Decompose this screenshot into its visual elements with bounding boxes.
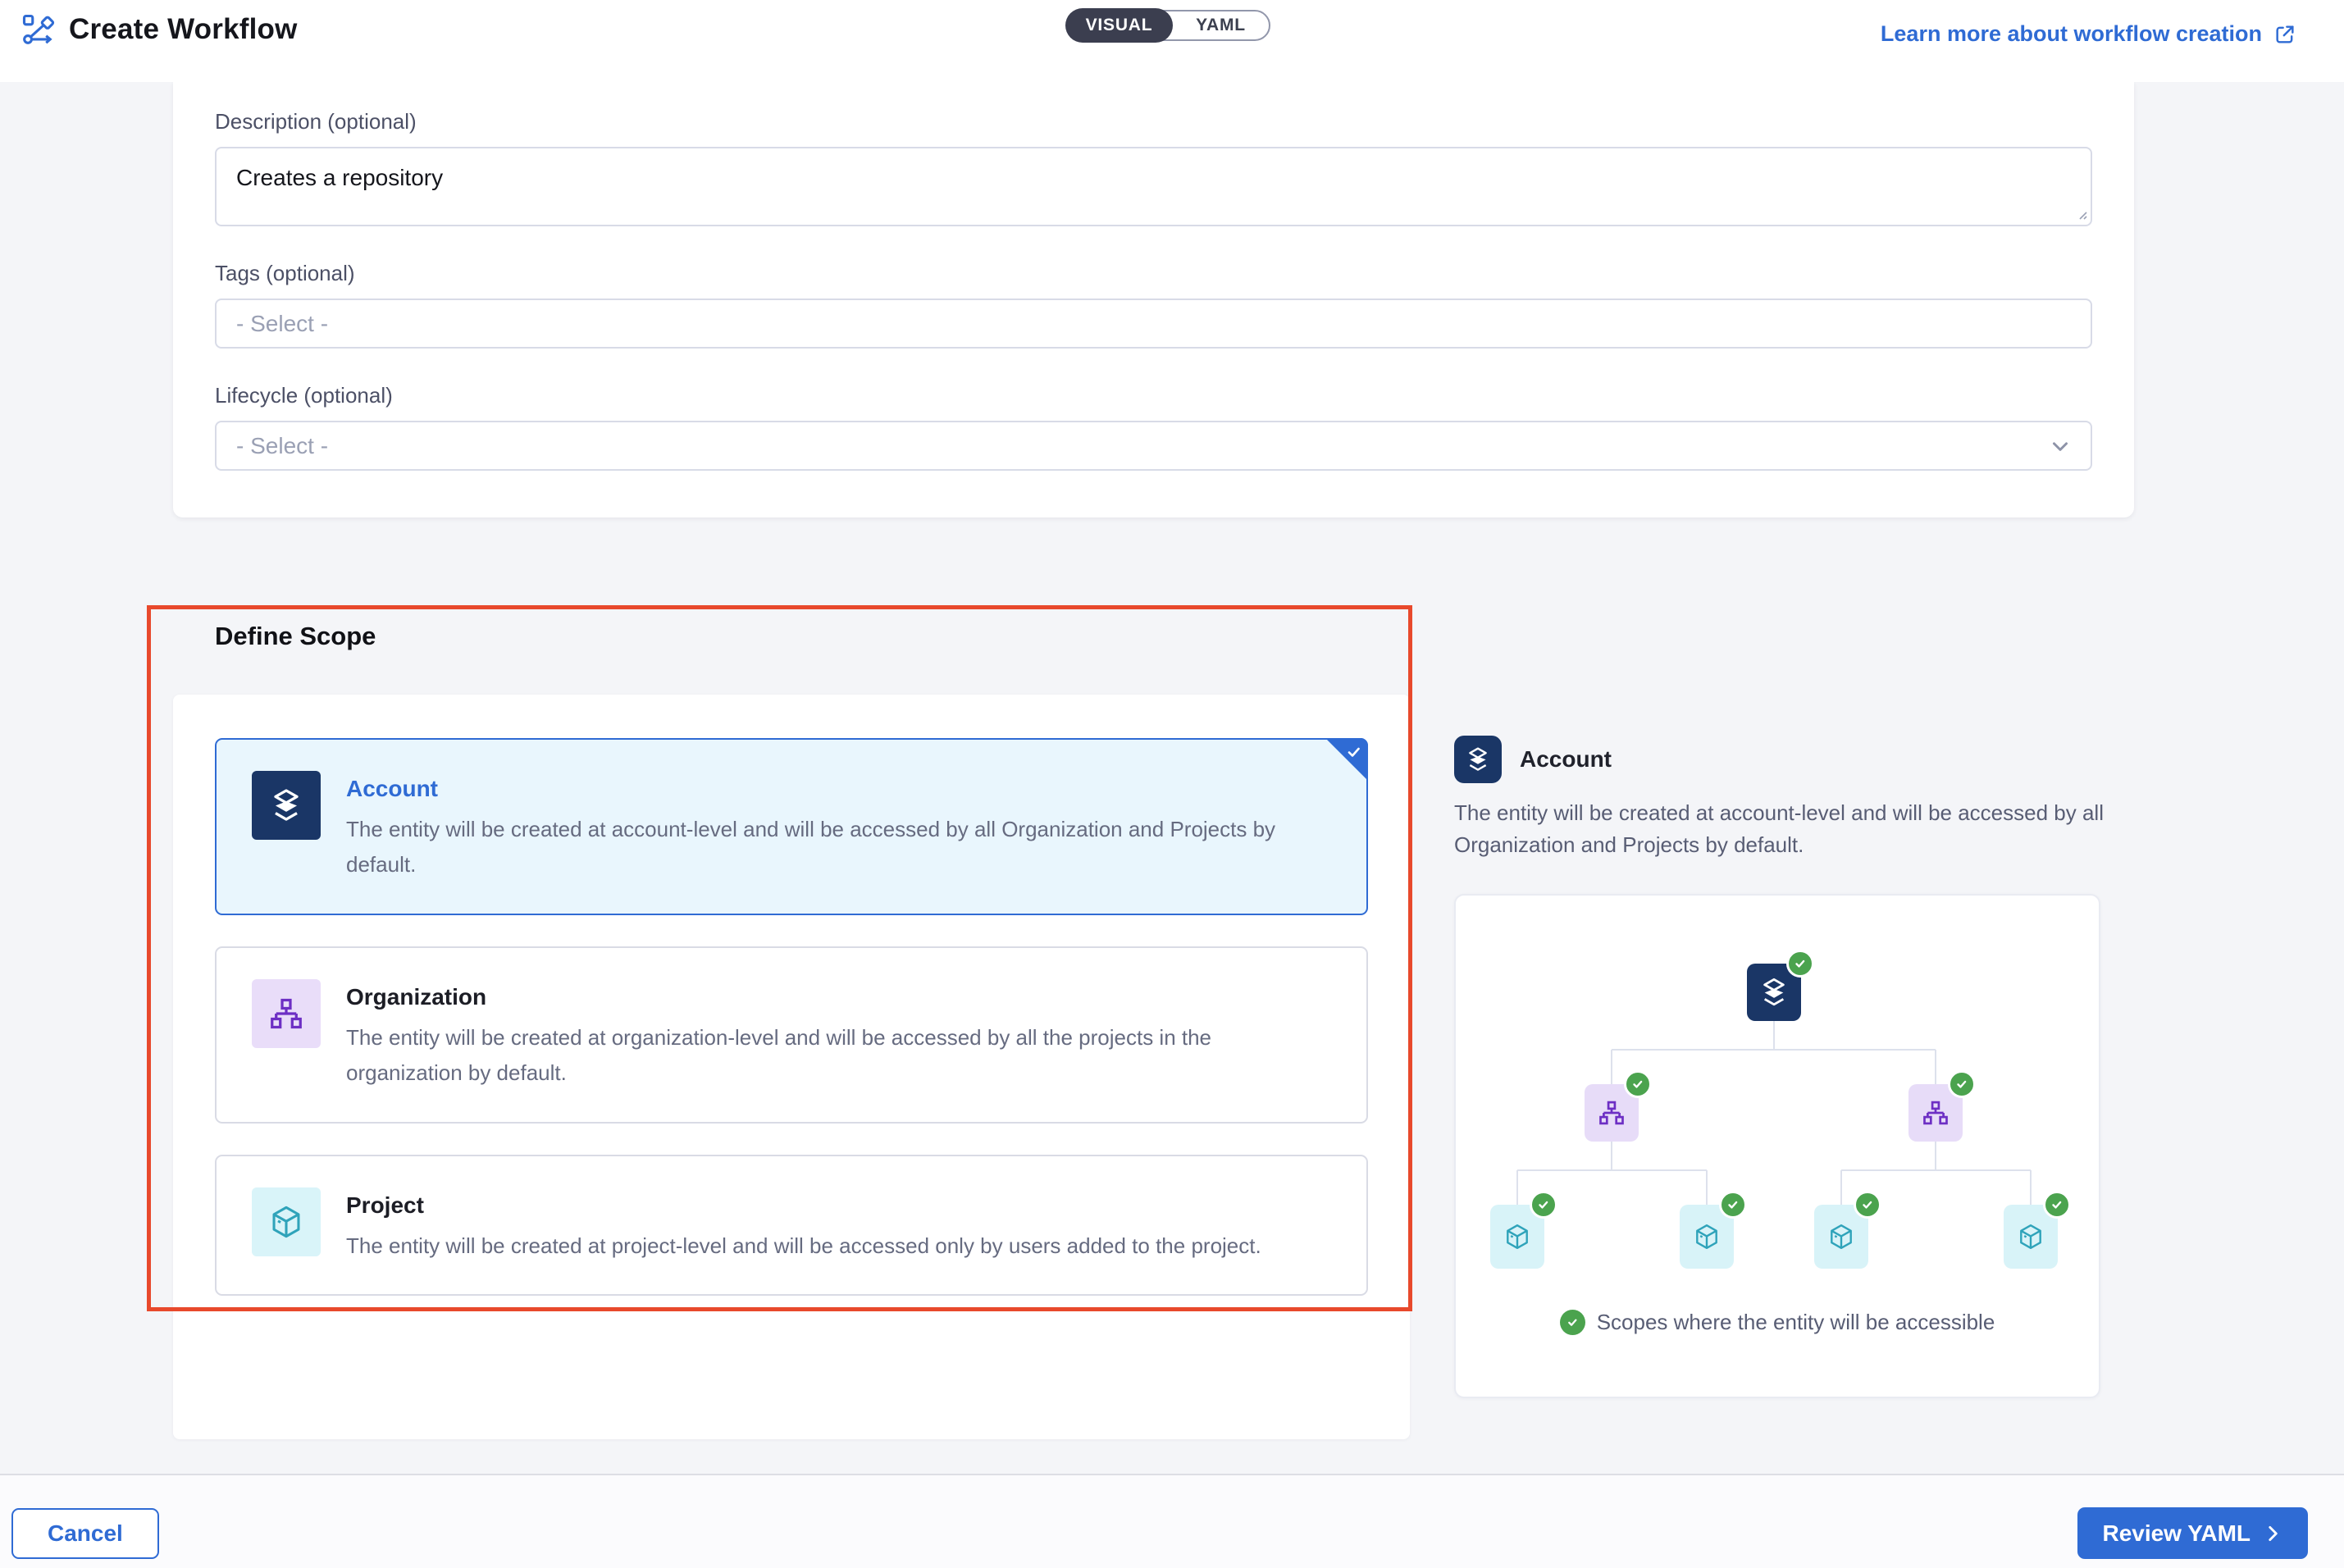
cube-glyph	[1692, 1222, 1722, 1251]
lifecycle-placeholder: - Select -	[236, 433, 328, 459]
learn-more-link[interactable]: Learn more about workflow creation	[1881, 21, 2296, 47]
page-title: Create Workflow	[69, 13, 298, 46]
header-title-group: Create Workflow	[20, 11, 298, 48]
org-chart-glyph	[1597, 1098, 1626, 1128]
account-card-text: Account The entity will be created at ac…	[346, 771, 1331, 882]
toggle-visual[interactable]: VISUAL	[1065, 8, 1173, 43]
cube-glyph	[1826, 1222, 1856, 1251]
learn-more-label: Learn more about workflow creation	[1881, 21, 2262, 47]
account-card-description: The entity will be created at account-le…	[346, 812, 1331, 882]
lifecycle-select[interactable]: - Select -	[215, 421, 2092, 471]
scope-options-panel: Account The entity will be created at ac…	[173, 695, 1410, 1439]
organization-card-description: The entity will be created at organizati…	[346, 1020, 1331, 1091]
check-badge	[1719, 1191, 1747, 1219]
check-badge	[1786, 950, 1814, 978]
account-card-title: Account	[346, 776, 1331, 802]
organization-icon	[252, 979, 321, 1048]
toggle-yaml[interactable]: YAML	[1173, 11, 1269, 39]
scope-option-account[interactable]: Account The entity will be created at ac…	[215, 738, 1368, 915]
preview-header: Account	[1454, 736, 1612, 783]
org-chart-glyph	[1921, 1098, 1950, 1128]
org-chart-glyph	[267, 995, 305, 1032]
cancel-button[interactable]: Cancel	[11, 1508, 159, 1559]
diagram-caption: Scopes where the entity will be accessib…	[1456, 1310, 2099, 1335]
scope-option-project[interactable]: Project The entity will be created at pr…	[215, 1155, 1368, 1297]
account-icon	[252, 771, 321, 840]
create-workflow-page: { "header": { "title": "Create Workflow"…	[0, 0, 2344, 1568]
chevron-down-icon	[2048, 434, 2073, 458]
project-icon	[252, 1187, 321, 1256]
organization-card-title: Organization	[346, 984, 1331, 1010]
scope-option-organization[interactable]: Organization The entity will be created …	[215, 946, 1368, 1124]
check-badge	[1530, 1191, 1557, 1219]
review-yaml-label: Review YAML	[2102, 1520, 2251, 1547]
chevron-right-icon	[2262, 1523, 2283, 1544]
project-card-title: Project	[346, 1192, 1261, 1219]
tags-label: Tags (optional)	[215, 261, 2092, 286]
description-field-wrap: Creates a repository	[215, 147, 2092, 226]
preview-title: Account	[1520, 746, 1612, 773]
description-input[interactable]: Creates a repository	[215, 147, 2092, 226]
account-icon-small	[1454, 736, 1502, 783]
organization-card-text: Organization The entity will be created …	[346, 979, 1331, 1091]
resize-grip-icon[interactable]	[2075, 207, 2088, 221]
cube-glyph	[1503, 1222, 1532, 1251]
visual-yaml-toggle: VISUAL YAML	[1067, 10, 1270, 41]
check-badge	[1624, 1070, 1652, 1098]
description-label: Description (optional)	[215, 109, 2092, 134]
top-header: Create Workflow VISUAL YAML Learn more a…	[0, 0, 2344, 82]
check-badge	[2043, 1191, 2071, 1219]
footer-bar: Cancel Review YAML	[0, 1474, 2344, 1568]
project-card-description: The entity will be created at project-le…	[346, 1228, 1261, 1264]
workflow-icon	[20, 11, 56, 48]
scope-diagram-card: Scopes where the entity will be accessib…	[1454, 894, 2100, 1398]
tags-select-input[interactable]	[215, 299, 2092, 349]
diagram-caption-text: Scopes where the entity will be accessib…	[1597, 1310, 1995, 1335]
lifecycle-label: Lifecycle (optional)	[215, 383, 2092, 408]
cube-glyph	[2016, 1222, 2045, 1251]
check-badge	[1948, 1070, 1976, 1098]
external-link-icon	[2273, 23, 2296, 46]
workflow-form-card: Description (optional) Creates a reposit…	[173, 82, 2134, 517]
check-badge	[1854, 1191, 1881, 1219]
preview-description: The entity will be created at account-le…	[1454, 797, 2110, 861]
review-yaml-button[interactable]: Review YAML	[2077, 1507, 2308, 1559]
project-card-text: Project The entity will be created at pr…	[346, 1187, 1261, 1264]
layers-glyph	[1464, 745, 1492, 773]
define-scope-heading: Define Scope	[215, 622, 376, 651]
selected-check-icon	[1344, 742, 1364, 762]
layers-glyph	[1758, 976, 1790, 1009]
cube-glyph	[267, 1203, 305, 1241]
green-check-icon	[1560, 1310, 1585, 1335]
layers-glyph	[267, 786, 305, 824]
